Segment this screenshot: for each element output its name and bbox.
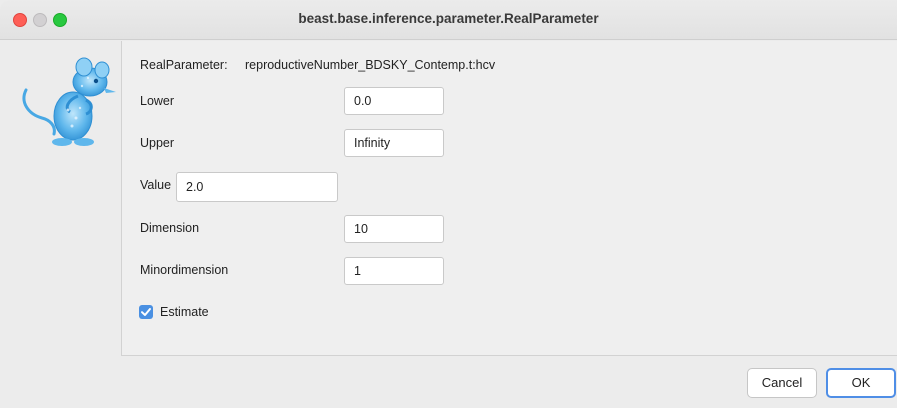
- lower-label: Lower: [140, 94, 175, 108]
- parameter-id-label: reproductiveNumber_BDSKY_Contemp.t:hcv: [245, 58, 496, 72]
- window-title: beast.base.inference.parameter.RealParam…: [298, 11, 599, 26]
- parameter-type-label: RealParameter:: [140, 58, 228, 72]
- minordimension-label: Minordimension: [140, 263, 229, 277]
- upper-input[interactable]: [344, 129, 444, 157]
- estimate-label: Estimate: [160, 305, 209, 319]
- dimension-input[interactable]: [344, 215, 444, 243]
- dialog-window: beast.base.inference.parameter.RealParam…: [0, 0, 897, 408]
- upper-label: Upper: [140, 136, 175, 150]
- estimate-checkbox[interactable]: [139, 305, 153, 319]
- cancel-button[interactable]: Cancel: [747, 368, 817, 398]
- value-label: Value: [140, 178, 172, 192]
- checkmark-icon: [141, 308, 151, 316]
- title-bar: beast.base.inference.parameter.RealParam…: [0, 0, 897, 40]
- value-input[interactable]: [176, 172, 338, 202]
- beast-logo-icon: [22, 57, 116, 146]
- lower-input[interactable]: [344, 87, 444, 115]
- minordimension-input[interactable]: [344, 257, 444, 285]
- ok-button[interactable]: OK: [826, 368, 896, 398]
- dimension-label: Dimension: [140, 221, 200, 235]
